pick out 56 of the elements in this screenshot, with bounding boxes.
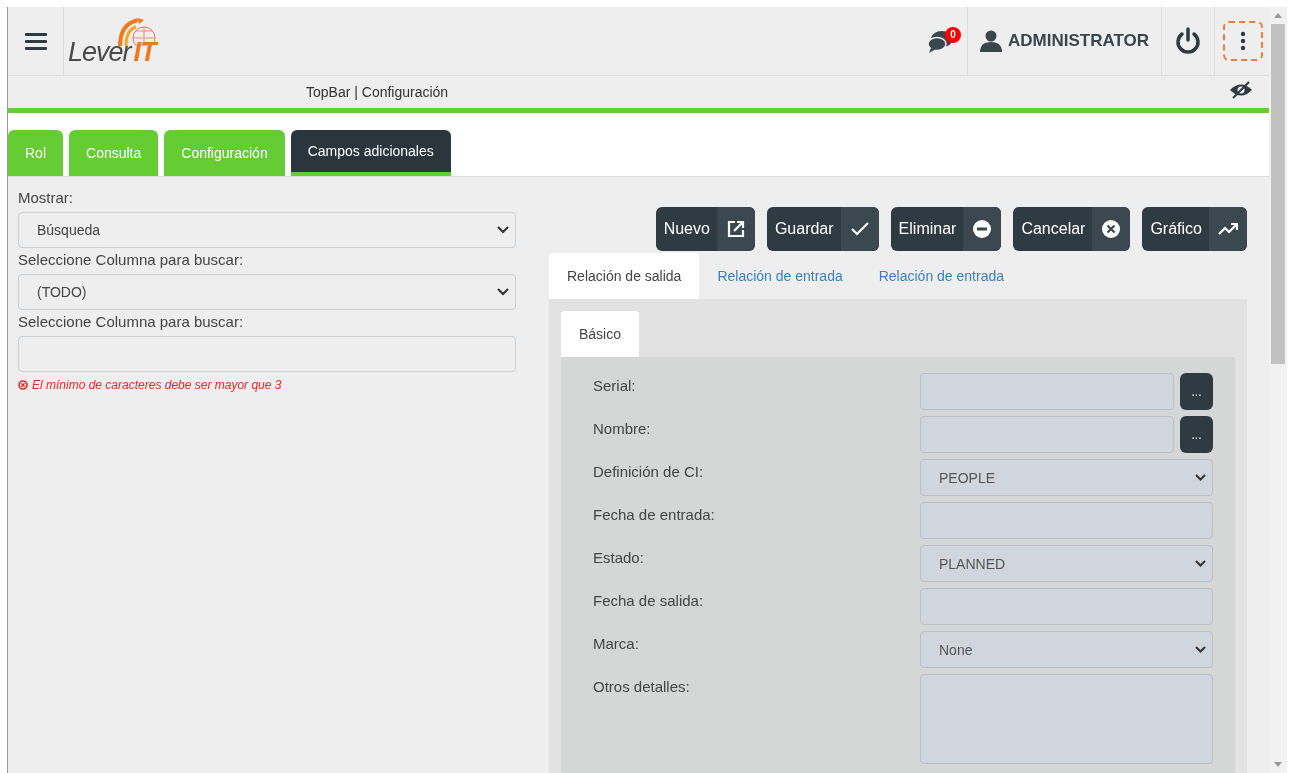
field-label: Fecha de salida: [593, 591, 705, 611]
field-label: Nombre: [593, 419, 652, 439]
user-icon [979, 30, 1002, 52]
close-circle-icon [1102, 220, 1121, 238]
field-label: Serial: [593, 376, 637, 396]
tab[interactable]: Relación de entrada [860, 253, 1023, 299]
power-icon [1174, 27, 1202, 55]
field-label: Estado: [593, 548, 645, 568]
action-button[interactable]: Eliminar [890, 207, 1002, 251]
tab[interactable]: Relación de salida [549, 253, 700, 299]
field-label: Fecha de entrada: [593, 505, 716, 525]
eye-slash-icon [1229, 81, 1253, 100]
chevron-down-icon [1195, 474, 1206, 481]
chevron-down-icon [1195, 646, 1206, 653]
action-button[interactable]: Cancelar [1013, 207, 1131, 251]
trend-up-icon [1218, 222, 1238, 236]
more-options-button[interactable] [1223, 21, 1263, 61]
tab[interactable]: Campos adicionales [290, 130, 451, 176]
tab[interactable]: Relación de entrada [699, 253, 861, 299]
input-field[interactable] [18, 336, 516, 372]
menu-icon [24, 32, 47, 50]
dropdown[interactable]: PLANNED [920, 545, 1213, 582]
input-field[interactable] [920, 373, 1174, 410]
input-field[interactable] [920, 502, 1213, 539]
check-icon [850, 222, 869, 236]
field-label: Mostrar: [18, 189, 74, 206]
chevron-down-icon [497, 226, 509, 234]
text-area[interactable] [920, 674, 1213, 764]
more-icon [1240, 31, 1246, 51]
dropdown[interactable]: None [920, 631, 1213, 668]
dropdown[interactable]: Búsqueda [18, 212, 516, 248]
action-button[interactable]: Guardar [766, 207, 879, 251]
lookup-button[interactable]: ... [1180, 416, 1213, 453]
lookup-button[interactable]: ... [1180, 373, 1213, 410]
tab[interactable]: Básico [561, 311, 640, 357]
external-link-icon [726, 220, 745, 238]
action-button[interactable]: Gráfico [1142, 207, 1247, 251]
scrollbar[interactable] [1269, 7, 1287, 773]
chevron-down-icon [1195, 560, 1206, 567]
error-message: El mínimo de caracteres debe ser mayor que 3 [32, 378, 282, 392]
field-label: Seleccione Columna para buscar: [18, 313, 245, 330]
notifications-button[interactable]: 0 [914, 7, 967, 75]
dropdown[interactable]: PEOPLE [920, 459, 1213, 496]
field-label: Definición de CI: [593, 462, 705, 482]
field-label: Seleccione Columna para buscar: [18, 251, 245, 268]
input-field[interactable] [920, 416, 1174, 453]
chevron-down-icon [497, 288, 509, 296]
error-icon [18, 380, 28, 390]
input-field[interactable] [920, 588, 1213, 625]
minus-circle-icon [973, 220, 992, 238]
dropdown[interactable]: (TODO) [18, 274, 516, 310]
user-button[interactable]: ADMINISTRATOR [967, 7, 1161, 75]
breadcrumb: TopBar | Configuración [306, 83, 450, 100]
field-label: Marca: [593, 634, 640, 654]
action-button[interactable]: Nuevo [655, 207, 755, 251]
field-label: Otros detalles: [593, 677, 691, 697]
